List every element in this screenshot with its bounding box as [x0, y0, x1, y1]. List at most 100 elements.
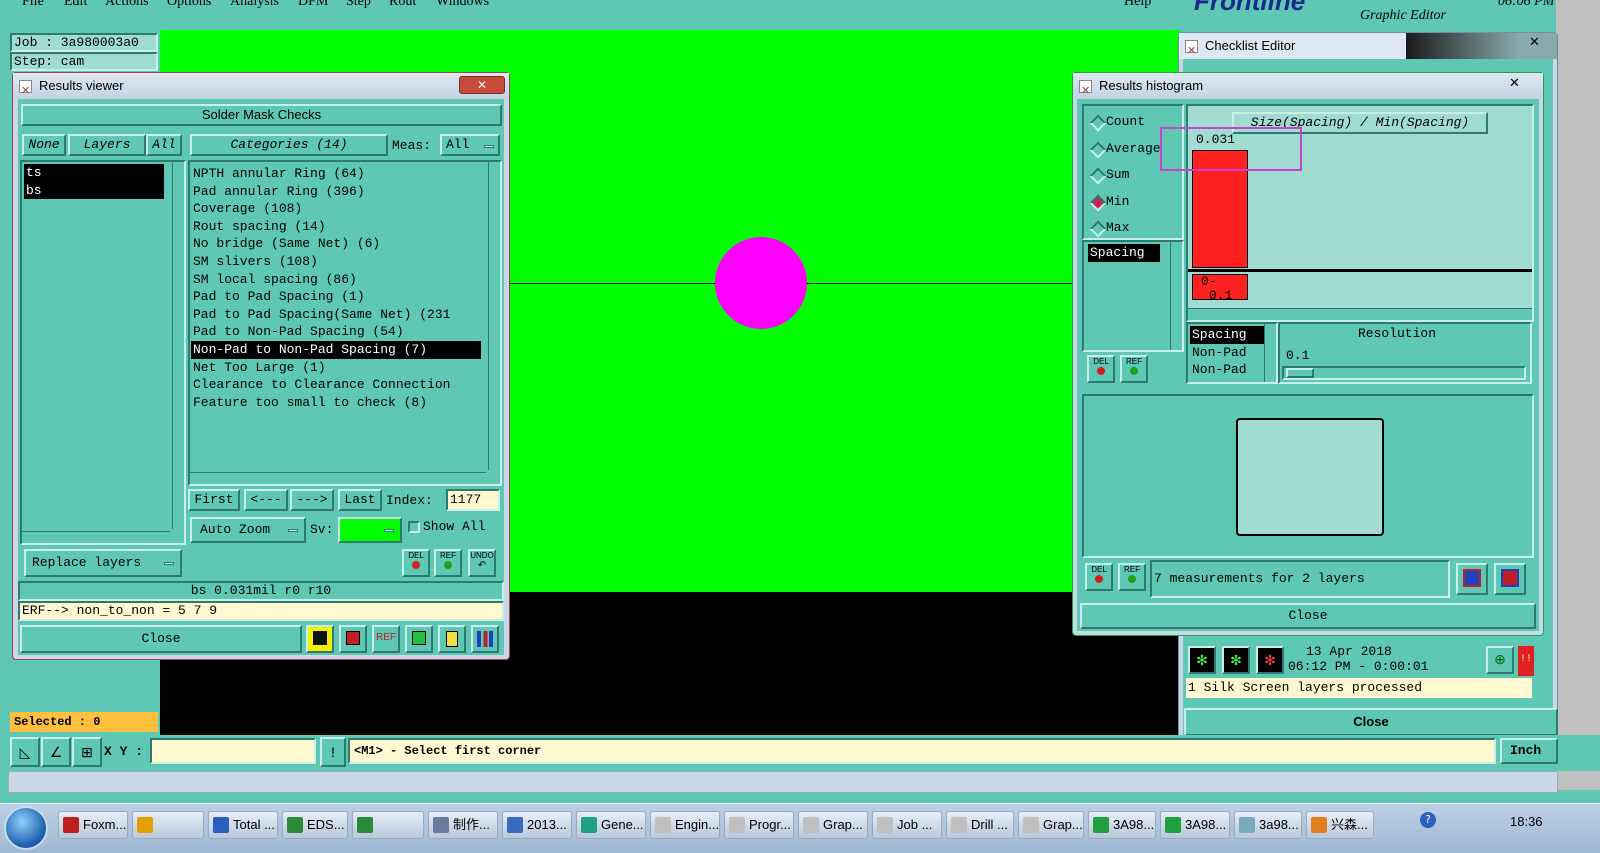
histogram-close-button[interactable]: Close — [1080, 603, 1536, 629]
histogram-list[interactable]: Spacing — [1082, 240, 1184, 352]
taskbar-item[interactable]: Engin... — [650, 811, 720, 839]
category-list-item[interactable]: Feature too small to check (8) — [191, 394, 481, 412]
category-list-item[interactable]: Pad to Pad Spacing (1) — [191, 288, 481, 306]
category-list-item[interactable]: Pad to Non-Pad Spacing (54) — [191, 323, 481, 341]
toolbar-icon-2[interactable] — [339, 625, 367, 653]
category-list-item[interactable]: Rout spacing (14) — [191, 218, 481, 236]
hist-ref-button[interactable]: REF — [1120, 355, 1148, 383]
category-list-item[interactable]: No bridge (Same Net) (6) — [191, 235, 481, 253]
mode-radio-min[interactable] — [1089, 194, 1107, 211]
angle-tool-icon[interactable]: ∠ — [41, 737, 71, 767]
category-list-item[interactable]: Net Too Large (1) — [191, 359, 481, 377]
close-icon[interactable]: ✕ — [459, 76, 505, 94]
resolution-slider-thumb[interactable] — [1286, 368, 1314, 378]
menu-item-file[interactable]: File — [22, 0, 44, 10]
layers-list[interactable]: ts bs — [20, 160, 186, 545]
replace-layers-select[interactable]: Replace layers — [24, 549, 182, 577]
histogram-hscroll[interactable] — [1188, 308, 1532, 320]
results-close-button[interactable]: Close — [20, 625, 302, 653]
resolution-sublist[interactable]: Spacing Non-Pad Non-Pad — [1186, 322, 1278, 384]
snap-tool-icon[interactable]: ⊞ — [72, 737, 102, 767]
taskbar-item[interactable]: 3A98... — [1160, 811, 1230, 839]
category-list-item[interactable]: Pad annular Ring (396) — [191, 183, 481, 201]
close-icon[interactable]: ✕ — [1509, 76, 1520, 91]
menu-item-options[interactable]: Options — [167, 0, 211, 10]
none-button[interactable]: None — [22, 134, 66, 156]
categories-button[interactable]: Categories (14) — [190, 134, 388, 156]
hist-del-button[interactable]: DEL — [1087, 355, 1115, 383]
taskbar-item[interactable]: Total ... — [208, 811, 278, 839]
histogram-bin[interactable]: 0- 0.1 — [1192, 274, 1248, 303]
run-icon-2[interactable]: ✻ — [1222, 646, 1250, 674]
alert-icon[interactable]: !! — [1518, 646, 1534, 676]
histogram-list-item[interactable]: Spacing — [1088, 244, 1160, 262]
sublist-vscroll[interactable] — [1264, 324, 1276, 382]
menu-item-actions[interactable]: Actions — [105, 0, 149, 10]
meas-select[interactable]: All — [440, 134, 500, 156]
checklist-close-button[interactable]: Close — [1184, 708, 1558, 736]
layers-vscroll[interactable] — [172, 162, 184, 529]
menu-item-step[interactable]: Step — [346, 0, 371, 10]
prev-button[interactable]: <--- — [244, 489, 288, 511]
taskbar-item[interactable]: 2013... — [502, 811, 572, 839]
zoom-select[interactable]: Auto Zoom — [190, 517, 306, 543]
layer-list-item[interactable]: ts — [24, 164, 164, 182]
toolbar-icon-5[interactable] — [438, 625, 466, 653]
menu-item-analysis[interactable]: Analysis — [230, 0, 279, 10]
mode-radio-average[interactable] — [1089, 141, 1107, 158]
close-icon[interactable]: ✕ — [1529, 35, 1540, 50]
index-input[interactable]: 1177 — [446, 489, 500, 511]
categories-hscroll[interactable] — [190, 472, 486, 484]
sub-list-item[interactable]: Spacing — [1190, 326, 1266, 344]
hist-del-button-2[interactable]: DEL — [1085, 563, 1113, 591]
help-menu[interactable]: Help — [1124, 0, 1151, 10]
help-tray-icon[interactable]: ? — [1420, 812, 1436, 828]
taskbar-item[interactable]: Gene... — [576, 811, 646, 839]
ref-button[interactable]: REF — [434, 549, 462, 577]
categories-list[interactable]: NPTH annular Ring (64) Pad annular Ring (… — [188, 160, 502, 486]
taskbar-item[interactable]: 3A98... — [1088, 811, 1156, 839]
mode-radio-sum[interactable] — [1089, 167, 1107, 185]
menu-item-rout[interactable]: Rout — [389, 0, 416, 10]
histogram-list-vscroll[interactable] — [1170, 242, 1182, 350]
taskbar-item[interactable]: Foxm... — [58, 811, 128, 839]
toolbar-icon-1[interactable] — [306, 625, 334, 653]
first-button[interactable]: First — [188, 489, 240, 511]
taskbar-item[interactable]: 兴森... — [1306, 811, 1374, 839]
menu-item-dfm[interactable]: DFM — [298, 0, 328, 10]
taskbar-item[interactable] — [132, 811, 204, 839]
hist-ref-button-2[interactable]: REF — [1118, 563, 1146, 591]
show-all-checkbox[interactable] — [408, 521, 420, 533]
taskbar-item[interactable]: 制作... — [428, 811, 498, 839]
resolution-slider[interactable] — [1282, 366, 1526, 380]
mode-radio-count[interactable] — [1089, 114, 1107, 132]
taskbar-item[interactable]: Grap... — [1018, 811, 1084, 839]
taskbar-item[interactable]: Drill ... — [946, 811, 1014, 839]
mode-radio-max[interactable] — [1089, 220, 1107, 238]
taskbar-item[interactable]: 3a98... — [1234, 811, 1302, 839]
category-list-item[interactable]: NPTH annular Ring (64) — [191, 165, 481, 183]
layers-button[interactable]: Layers — [68, 134, 146, 156]
menu-item-edit[interactable]: Edit — [64, 0, 87, 10]
category-list-item[interactable]: SM local spacing (86) — [191, 271, 481, 289]
toolbar-icon-6[interactable] — [471, 625, 499, 653]
toolbar-icon-4[interactable] — [405, 625, 433, 653]
export-icon-1[interactable] — [1456, 563, 1488, 595]
category-list-item[interactable]: SM slivers (108) — [191, 253, 481, 271]
alert-button[interactable]: ! — [320, 737, 346, 767]
categories-vscroll[interactable] — [488, 162, 500, 470]
start-button[interactable] — [4, 806, 48, 850]
all-layers-button[interactable]: All — [146, 134, 182, 156]
measure-tool-icon[interactable]: ◺ — [10, 737, 40, 767]
last-button[interactable]: Last — [338, 489, 382, 511]
sub-list-item[interactable]: Non-Pad — [1190, 361, 1266, 379]
run-icon-1[interactable]: ✻ — [1188, 646, 1216, 674]
xy-input[interactable] — [150, 738, 316, 764]
run-icon-3[interactable]: ✻ — [1256, 646, 1284, 674]
pad-feature[interactable] — [715, 237, 807, 329]
taskbar-item[interactable]: Job ... — [872, 811, 942, 839]
next-button[interactable]: ---> — [290, 489, 334, 511]
layer-list-item[interactable]: bs — [24, 181, 164, 200]
del-button[interactable]: DEL — [402, 549, 430, 577]
taskbar-item[interactable]: Grap... — [798, 811, 868, 839]
